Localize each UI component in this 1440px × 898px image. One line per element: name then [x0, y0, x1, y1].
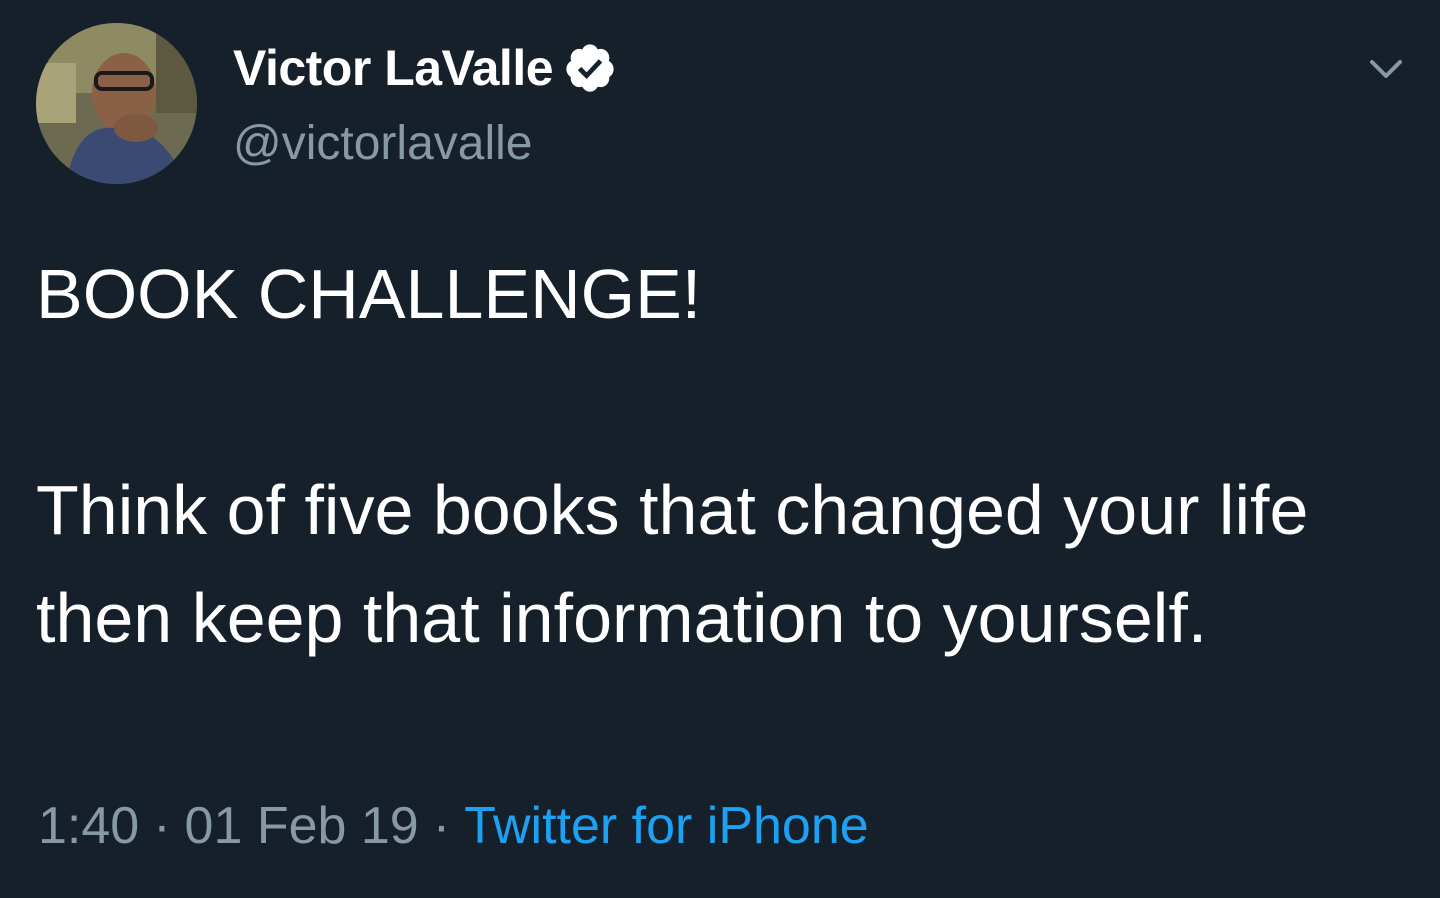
- tweet-time[interactable]: 1:40: [38, 797, 139, 855]
- verified-badge-icon: [563, 41, 617, 95]
- author-handle[interactable]: @victorlavalle: [233, 116, 532, 171]
- tweet-source-link[interactable]: Twitter for iPhone: [464, 797, 869, 855]
- tweet-meta: 1:40 · 01 Feb 19 · Twitter for iPhone: [38, 796, 869, 856]
- avatar-photo-icon: [36, 23, 197, 184]
- tweet-text: BOOK CHALLENGE! Think of five books that…: [36, 255, 1309, 657]
- author-display-name[interactable]: Victor LaValle: [233, 39, 554, 97]
- chevron-down-icon[interactable]: [1366, 50, 1406, 86]
- meta-separator: ·: [432, 797, 451, 855]
- tweet-date[interactable]: 01 Feb 19: [185, 797, 419, 855]
- tweet-card: Victor LaValle @victorlavalle BOOK CHALL…: [0, 0, 1440, 898]
- avatar[interactable]: [36, 23, 197, 184]
- author-name-row: Victor LaValle: [233, 38, 617, 98]
- meta-separator: ·: [153, 797, 171, 855]
